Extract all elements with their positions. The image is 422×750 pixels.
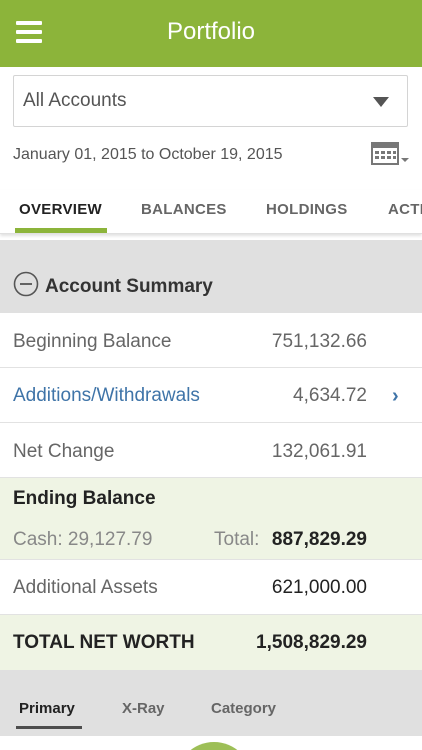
ending-balance-section: Ending Balance Cash: 29,127.79 Total: 88… [0,478,422,560]
additions-withdrawals-value: 4,634.72 [293,385,367,406]
dropdown-caret-icon [373,97,389,107]
total-net-worth-label: TOTAL NET WORTH [13,632,195,653]
beginning-balance-label: Beginning Balance [13,331,172,352]
date-range-text: January 01, 2015 to October 19, 2015 [13,146,283,163]
tab-holdings[interactable]: HOLDINGS [266,201,348,218]
active-subtab-indicator [16,726,82,729]
total-net-worth-value: 1,508,829.29 [256,632,367,653]
active-tab-indicator [15,228,107,233]
ending-cash-value: Cash: 29,127.79 [13,529,153,550]
additional-assets-value: 621,000.00 [271,577,367,598]
tab-bar: OVERVIEW BALANCES HOLDINGS ACTI [0,190,422,234]
beginning-balance-row: Beginning Balance 751,132.66 [0,313,422,368]
collapse-minus-icon[interactable] [13,271,39,297]
subtab-category[interactable]: Category [211,700,276,717]
net-change-label: Net Change [13,441,115,462]
net-change-value: 132,061.91 [271,441,367,462]
ending-total-label: Total: [214,529,260,550]
tab-activity[interactable]: ACTI [388,201,422,218]
additional-assets-row: Additional Assets 621,000.00 [0,560,422,615]
app-header: Portfolio [0,0,422,67]
account-select[interactable]: All Accounts [13,75,408,127]
page-title: Portfolio [166,18,256,45]
beginning-balance-value: 751,132.66 [271,331,367,352]
additions-withdrawals-row[interactable]: Additions/Withdrawals 4,634.72 › [0,368,422,423]
subtab-primary[interactable]: Primary [19,700,75,717]
chevron-right-icon[interactable]: › [392,385,399,408]
total-net-worth-row: TOTAL NET WORTH 1,508,829.29 [0,615,422,670]
tab-overview[interactable]: OVERVIEW [19,201,102,218]
ending-total-value: 887,829.29 [271,529,367,550]
tab-balances[interactable]: BALANCES [141,201,227,218]
account-summary-title: Account Summary [45,276,213,297]
ending-balance-title: Ending Balance [13,488,156,509]
net-change-row: Net Change 132,061.91 [0,423,422,478]
additional-assets-label: Additional Assets [13,577,158,598]
subtab-x-ray[interactable]: X-Ray [122,700,165,717]
additions-withdrawals-link[interactable]: Additions/Withdrawals [13,385,200,407]
calendar-icon[interactable] [370,140,410,166]
account-select-value: All Accounts [23,90,127,111]
